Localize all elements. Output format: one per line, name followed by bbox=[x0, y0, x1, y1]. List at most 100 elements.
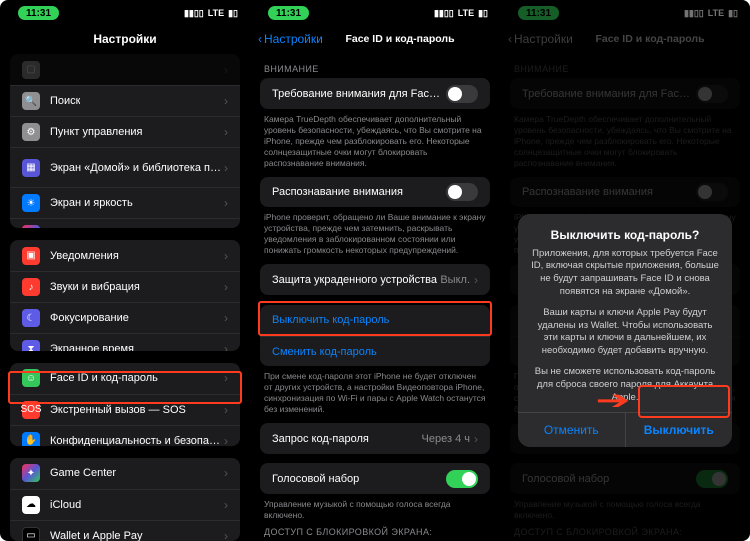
settings-row-sounds[interactable]: ♪ Звуки и вибрация › bbox=[10, 271, 240, 302]
clock: 11:31 bbox=[18, 6, 59, 20]
confirm-dialog: Выключить код-пароль? Приложения, для ко… bbox=[518, 214, 732, 448]
gamecenter-icon: ✦ bbox=[22, 464, 40, 482]
siri-icon: ◉ bbox=[22, 225, 40, 228]
change-passcode-label: Сменить код-пароль bbox=[272, 346, 377, 358]
recognize-attention-label: Распознавание внимания bbox=[272, 186, 403, 198]
spacer bbox=[250, 454, 500, 464]
settings-group-services: ✦ Game Center › ☁ iCloud › ▭ Wallet и Ap… bbox=[10, 458, 240, 541]
group-require-passcode: Запрос код-пароля Через 4 ч › bbox=[260, 423, 490, 454]
status-bar: 11:31 ▮▮▯▯ LTE ▮▯ bbox=[0, 0, 250, 24]
display-icon: ☀ bbox=[22, 194, 40, 212]
page-title: Face ID и код-пароль bbox=[345, 33, 454, 45]
sos-icon: SOS bbox=[22, 401, 40, 419]
group-voice-dial: Голосовой набор bbox=[260, 463, 490, 494]
settings-row-label: Face ID и код-пароль bbox=[50, 372, 158, 384]
change-passcode-row[interactable]: Сменить код-пароль bbox=[260, 336, 490, 366]
settings-row-notifications[interactable]: ▣ Уведомления › bbox=[10, 240, 240, 271]
turn-off-passcode-row[interactable]: Выключить код-пароль bbox=[260, 305, 490, 336]
settings-row-label: Поиск bbox=[50, 95, 80, 107]
section-header-lockscreen: ДОСТУП С БЛОКИРОВКОЙ ЭКРАНА: bbox=[250, 523, 500, 541]
require-attention-note: Камера TrueDepth обеспечивает дополнител… bbox=[250, 109, 500, 177]
settings-row-label: Звуки и вибрация bbox=[50, 281, 140, 293]
recognize-attention-row[interactable]: Распознавание внимания bbox=[260, 177, 490, 208]
settings-row-gamecenter[interactable]: ✦ Game Center › bbox=[10, 458, 240, 489]
phone-settings: 11:31 ▮▮▯▯ LTE ▮▯ Настройки ▢› 🔍 Поиск ›… bbox=[0, 0, 250, 541]
privacy-icon: ✋ bbox=[22, 432, 40, 446]
section-header-attention: ВНИМАНИЕ bbox=[250, 54, 500, 78]
wallet-icon: ▭ bbox=[22, 527, 40, 541]
stolen-device-label: Защита украденного устройства bbox=[272, 274, 437, 286]
stolen-device-row[interactable]: Защита украденного устройства Выкл. › bbox=[260, 264, 490, 295]
placeholder-icon: ▢ bbox=[22, 61, 40, 79]
signal-icon: ▮▮▯▯ bbox=[184, 8, 204, 19]
settings-row-wallet[interactable]: ▭ Wallet и Apple Pay › bbox=[10, 520, 240, 541]
stolen-device-value: Выкл. bbox=[440, 274, 470, 286]
search-icon: 🔍 bbox=[22, 92, 40, 110]
settings-row-screentime[interactable]: ⧗ Экранное время › bbox=[10, 333, 240, 351]
chevron-right-icon: › bbox=[224, 227, 228, 228]
signal-icon: ▮▮▯▯ bbox=[434, 8, 454, 19]
phone-faceid-settings: 11:31 ▮▮▯▯ LTE ▮▯ ‹ Настройки Face ID и … bbox=[250, 0, 500, 541]
chevron-right-icon: › bbox=[224, 311, 228, 325]
faceid-content[interactable]: ВНИМАНИЕ Требование внимания для Face ID… bbox=[250, 54, 500, 541]
settings-group-top: ▢› 🔍 Поиск › ⚙ Пункт управления › ▦ Экра… bbox=[10, 54, 240, 228]
settings-row-sos[interactable]: SOS Экстренный вызов — SOS › bbox=[10, 394, 240, 425]
require-attention-label: Требование внимания для Face ID bbox=[272, 88, 446, 100]
confirm-button[interactable]: Выключить bbox=[625, 413, 733, 447]
settings-row-display[interactable]: ☀ Экран и яркость › bbox=[10, 187, 240, 218]
settings-row-control-center[interactable]: ⚙ Пункт управления › bbox=[10, 116, 240, 147]
chevron-right-icon: › bbox=[224, 434, 228, 446]
settings-group-security: ☺ Face ID и код-пароль › SOS Экстренный … bbox=[10, 363, 240, 446]
require-passcode-row[interactable]: Запрос код-пароля Через 4 ч › bbox=[260, 423, 490, 454]
settings-row-search[interactable]: 🔍 Поиск › bbox=[10, 85, 240, 116]
settings-row-label: Экстренный вызов — SOS bbox=[50, 404, 186, 416]
group-attention: Требование внимания для Face ID bbox=[260, 78, 490, 109]
voice-dial-row[interactable]: Голосовой набор bbox=[260, 463, 490, 494]
chevron-right-icon: › bbox=[474, 432, 478, 446]
settings-row-faceid[interactable]: ☺ Face ID и код-пароль › bbox=[10, 363, 240, 394]
settings-row-hidden[interactable]: ▢› bbox=[10, 54, 240, 85]
require-passcode-value: Через 4 ч bbox=[422, 433, 470, 445]
chevron-right-icon: › bbox=[474, 273, 478, 287]
settings-row-label: Wallet и Apple Pay bbox=[50, 530, 143, 541]
chevron-right-icon: › bbox=[224, 342, 228, 351]
settings-row-label: Уведомления bbox=[50, 250, 119, 262]
settings-row-label: Экран «Домой» и библиотека приложений bbox=[50, 162, 224, 174]
settings-row-home-screen[interactable]: ▦ Экран «Домой» и библиотека приложений … bbox=[10, 147, 240, 187]
focus-icon: ☾ bbox=[22, 309, 40, 327]
settings-row-privacy[interactable]: ✋ Конфиденциальность и безопасность › bbox=[10, 425, 240, 446]
settings-row-label: Фокусирование bbox=[50, 312, 129, 324]
modal-text-1: Приложения, для которых требуется Face I… bbox=[530, 248, 720, 299]
require-attention-toggle[interactable] bbox=[446, 85, 478, 103]
chevron-right-icon: › bbox=[224, 403, 228, 417]
back-label: Настройки bbox=[264, 32, 323, 46]
chevron-right-icon: › bbox=[224, 125, 228, 139]
nav-header: Настройки bbox=[0, 24, 250, 54]
settings-row-label: Конфиденциальность и безопасность bbox=[50, 435, 224, 446]
voice-dial-toggle[interactable] bbox=[446, 470, 478, 488]
settings-row-icloud[interactable]: ☁ iCloud › bbox=[10, 489, 240, 520]
group-passcode-actions: Выключить код-пароль Сменить код-пароль bbox=[260, 305, 490, 366]
group-recognize: Распознавание внимания bbox=[260, 177, 490, 208]
settings-row-siri[interactable]: ◉ Siri › bbox=[10, 218, 240, 228]
voice-dial-label: Голосовой набор bbox=[272, 473, 359, 485]
settings-content[interactable]: ▢› 🔍 Поиск › ⚙ Пункт управления › ▦ Экра… bbox=[0, 54, 250, 541]
cancel-button[interactable]: Отменить bbox=[518, 413, 625, 447]
chevron-left-icon: ‹ bbox=[258, 32, 262, 46]
battery-icon: ▮▯ bbox=[228, 8, 238, 19]
voice-dial-note: Управление музыкой с помощью голоса всег… bbox=[250, 494, 500, 523]
recognize-attention-note: iPhone проверит, обращено ли Ваше вниман… bbox=[250, 207, 500, 264]
require-attention-row[interactable]: Требование внимания для Face ID bbox=[260, 78, 490, 109]
back-button[interactable]: ‹ Настройки bbox=[258, 32, 323, 46]
chevron-right-icon: › bbox=[224, 249, 228, 263]
spacer bbox=[250, 295, 500, 305]
network-label: LTE bbox=[208, 8, 224, 18]
settings-row-focus[interactable]: ☾ Фокусирование › bbox=[10, 302, 240, 333]
icloud-icon: ☁ bbox=[22, 496, 40, 514]
page-title: Настройки bbox=[93, 32, 156, 46]
clock: 11:31 bbox=[268, 6, 309, 20]
chevron-right-icon: › bbox=[224, 529, 228, 541]
recognize-attention-toggle[interactable] bbox=[446, 183, 478, 201]
control-center-icon: ⚙ bbox=[22, 123, 40, 141]
require-passcode-label: Запрос код-пароля bbox=[272, 433, 369, 445]
